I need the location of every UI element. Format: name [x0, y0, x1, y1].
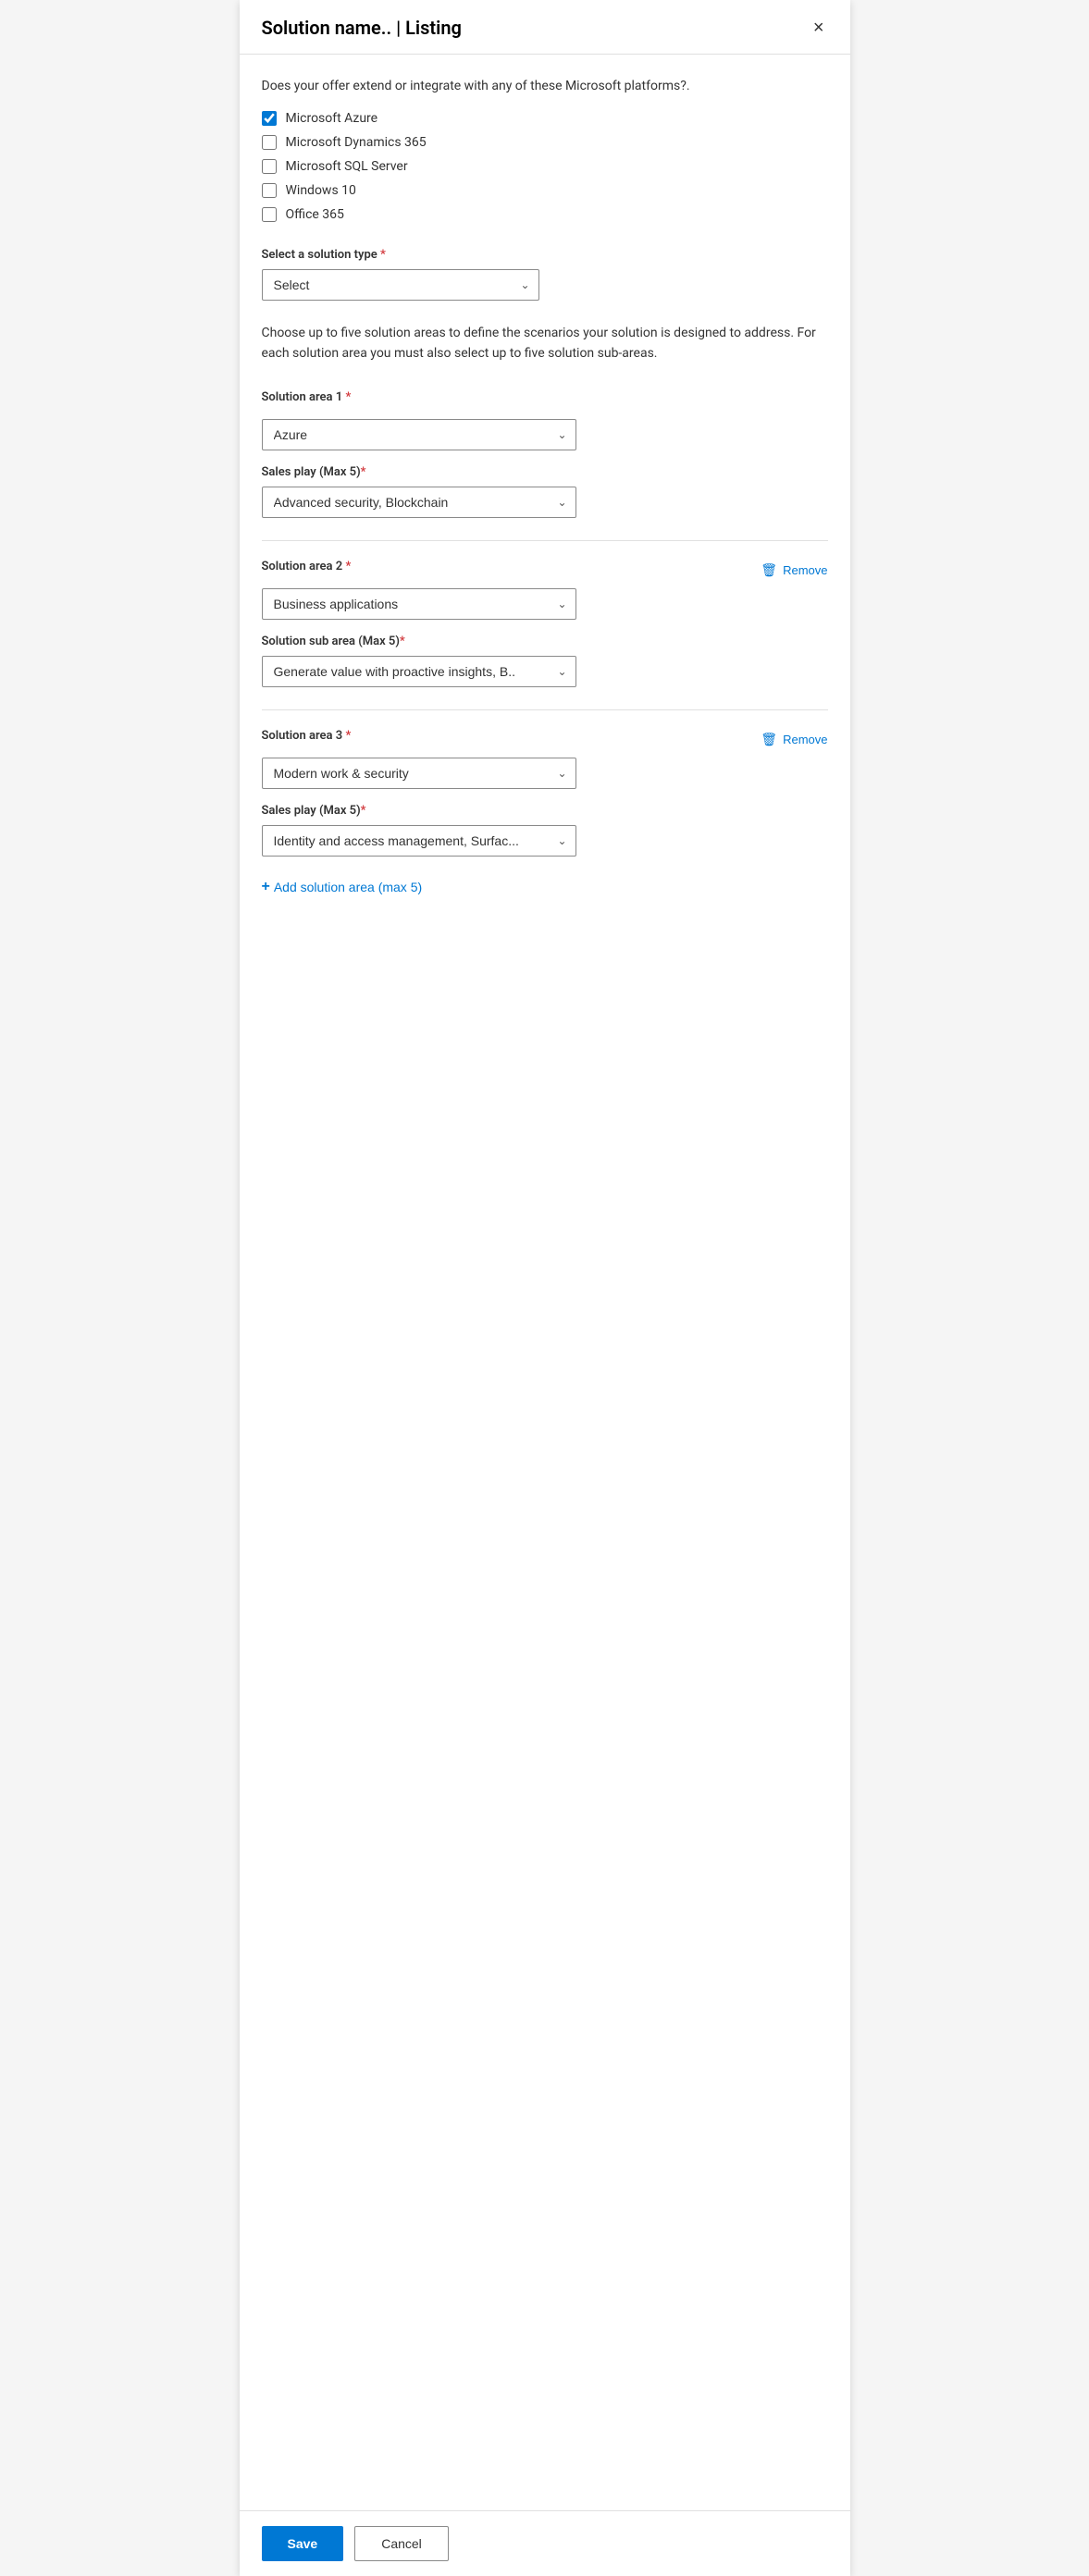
panel: Solution name.. | Listing × Does your of…: [240, 0, 850, 2576]
checkbox-windows10-input[interactable]: [262, 183, 277, 198]
checkbox-office365[interactable]: Office 365: [262, 207, 828, 222]
sub-area-2-select-wrapper: Generate value with proactive insights, …: [262, 656, 576, 687]
solution-area-3-block: Solution area 3 * 🗑 Remove Azure Busines…: [262, 729, 828, 857]
solution-type-label: Select a solution type *: [262, 248, 828, 262]
checkbox-office365-label: Office 365: [286, 207, 344, 222]
solution-area-1-select[interactable]: Azure Business applications Modern work …: [262, 419, 576, 450]
solution-area-2-label: Solution area 2 *: [262, 560, 352, 573]
checkbox-office365-input[interactable]: [262, 207, 277, 222]
platforms-question: Does your offer extend or integrate with…: [262, 77, 828, 96]
content-spacer: [262, 895, 828, 1080]
trash-icon-2: 🗑: [761, 562, 777, 578]
platforms-checkbox-group: Microsoft Azure Microsoft Dynamics 365 M…: [262, 111, 828, 222]
solution-type-select-wrapper: Select Solution Type A Solution Type B ⌄: [262, 269, 539, 301]
solution-type-section: Select a solution type * Select Solution…: [262, 248, 828, 301]
solution-area-3-select-wrapper: Azure Business applications Modern work …: [262, 758, 576, 789]
sales-play-3-select-wrapper: Identity and access management, Surfac..…: [262, 825, 576, 857]
add-solution-area-button[interactable]: + Add solution area (max 5): [262, 879, 423, 895]
sales-play-3-label: Sales play (Max 5)*: [262, 804, 828, 818]
sub-area-2-section: Solution sub area (Max 5)* Generate valu…: [262, 635, 828, 687]
solution-area-1-select-wrapper: Azure Business applications Modern work …: [262, 419, 576, 450]
instruction-text: Choose up to five solution areas to defi…: [262, 323, 828, 364]
checkbox-windows10[interactable]: Windows 10: [262, 183, 828, 198]
plus-icon: +: [262, 879, 270, 895]
checkbox-sql[interactable]: Microsoft SQL Server: [262, 159, 828, 174]
panel-title: Solution name.. | Listing: [262, 17, 462, 39]
sales-play-1-select-wrapper: Advanced security, Blockchain ⌄: [262, 487, 576, 518]
checkbox-sql-input[interactable]: [262, 159, 277, 174]
solution-area-1-label: Solution area 1 *: [262, 390, 352, 404]
trash-icon-3: 🗑: [761, 732, 777, 747]
checkbox-sql-label: Microsoft SQL Server: [286, 159, 408, 174]
close-button[interactable]: ×: [810, 15, 828, 41]
sales-play-3-section: Sales play (Max 5)* Identity and access …: [262, 804, 828, 857]
sales-play-1-section: Sales play (Max 5)* Advanced security, B…: [262, 465, 828, 518]
solution-area-1-header: Solution area 1 *: [262, 390, 828, 412]
cancel-button[interactable]: Cancel: [354, 2526, 449, 2561]
solution-area-3-label: Solution area 3 *: [262, 729, 352, 743]
checkbox-dynamics[interactable]: Microsoft Dynamics 365: [262, 135, 828, 150]
divider-1: [262, 540, 828, 541]
solution-area-2-select[interactable]: Azure Business applications Modern work …: [262, 588, 576, 620]
solution-area-2-select-wrapper: Azure Business applications Modern work …: [262, 588, 576, 620]
sub-area-2-label: Solution sub area (Max 5)*: [262, 635, 828, 648]
remove-area-3-button[interactable]: 🗑 Remove: [761, 732, 827, 747]
solution-area-3-header: Solution area 3 * 🗑 Remove: [262, 729, 828, 750]
solution-area-1-block: Solution area 1 * Azure Business applica…: [262, 390, 828, 518]
panel-footer: Save Cancel: [240, 2510, 850, 2576]
sub-area-2-select[interactable]: Generate value with proactive insights, …: [262, 656, 576, 687]
checkbox-azure[interactable]: Microsoft Azure: [262, 111, 828, 126]
checkbox-dynamics-label: Microsoft Dynamics 365: [286, 135, 427, 150]
checkbox-azure-input[interactable]: [262, 111, 277, 126]
sales-play-1-select[interactable]: Advanced security, Blockchain: [262, 487, 576, 518]
solution-area-2-block: Solution area 2 * 🗑 Remove Azure Busines…: [262, 560, 828, 687]
solution-type-select[interactable]: Select Solution Type A Solution Type B: [262, 269, 539, 301]
checkbox-dynamics-input[interactable]: [262, 135, 277, 150]
panel-header: Solution name.. | Listing ×: [240, 0, 850, 55]
sales-play-1-label: Sales play (Max 5)*: [262, 465, 828, 479]
save-button[interactable]: Save: [262, 2526, 344, 2561]
divider-2: [262, 709, 828, 710]
checkbox-azure-label: Microsoft Azure: [286, 111, 378, 126]
panel-body: Does your offer extend or integrate with…: [240, 55, 850, 2576]
remove-area-2-button[interactable]: 🗑 Remove: [761, 562, 827, 578]
solution-area-2-header: Solution area 2 * 🗑 Remove: [262, 560, 828, 581]
solution-area-3-select[interactable]: Azure Business applications Modern work …: [262, 758, 576, 789]
sales-play-3-select[interactable]: Identity and access management, Surfac..…: [262, 825, 576, 857]
checkbox-windows10-label: Windows 10: [286, 183, 356, 198]
